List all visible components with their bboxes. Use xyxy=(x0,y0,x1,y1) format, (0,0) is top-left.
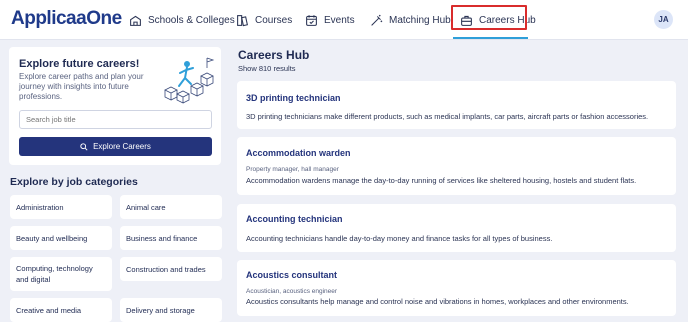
category-beauty-wellbeing[interactable]: Beauty and wellbeing xyxy=(10,226,112,250)
page-title: Careers Hub xyxy=(238,48,310,62)
category-label: Computing, technology and digital xyxy=(16,264,93,284)
category-label: Animal care xyxy=(126,202,166,212)
category-label: Construction and trades xyxy=(126,264,206,274)
nav-schools-colleges[interactable]: Schools & Colleges xyxy=(129,12,235,28)
search-icon xyxy=(80,142,88,151)
category-label: Administration xyxy=(16,202,64,212)
career-description: Acoustics consultants help manage and co… xyxy=(246,297,629,306)
nav-events[interactable]: Events xyxy=(305,12,355,28)
active-nav-highlight xyxy=(451,5,527,30)
career-card[interactable]: Acoustics consultant Acoustician, acoust… xyxy=(237,260,676,316)
nav-courses[interactable]: Courses xyxy=(236,12,292,28)
category-label: Beauty and wellbeing xyxy=(16,233,88,243)
search-job-input[interactable] xyxy=(19,110,212,129)
career-description: 3D printing technicians make different p… xyxy=(246,112,649,121)
nav-label: Matching Hub xyxy=(389,14,451,26)
nav-matching-hub[interactable]: Matching Hub xyxy=(370,12,451,28)
user-avatar[interactable]: JA xyxy=(654,10,673,29)
active-nav-underline xyxy=(453,37,528,39)
career-alternative-titles: Property manager, hall manager xyxy=(246,166,339,173)
category-administration[interactable]: Administration xyxy=(10,195,112,219)
nav-label: Events xyxy=(324,14,355,26)
category-creative-media[interactable]: Creative and media xyxy=(10,298,112,322)
top-navigation: ApplicaaOne Schools & Colleges Courses E… xyxy=(0,0,688,40)
career-title[interactable]: Accommodation warden xyxy=(246,148,351,158)
courses-icon xyxy=(237,14,248,26)
career-title[interactable]: Acoustics consultant xyxy=(246,270,337,280)
career-description: Accounting technicians handle day-to-day… xyxy=(246,234,553,243)
magic-wand-icon xyxy=(371,14,383,26)
category-label: Creative and media xyxy=(16,305,82,315)
nav-label: Courses xyxy=(255,14,293,26)
career-title[interactable]: Accounting technician xyxy=(246,214,343,224)
results-count: Show 810 results xyxy=(238,64,296,73)
school-icon xyxy=(130,15,141,26)
career-title[interactable]: 3D printing technician xyxy=(246,93,341,103)
category-business-finance[interactable]: Business and finance xyxy=(120,226,222,250)
explore-description: Explore career paths and plan your journ… xyxy=(19,72,144,101)
calendar-icon xyxy=(306,14,317,26)
explore-careers-card: Explore future careers! Explore career p… xyxy=(9,47,221,165)
explore-button-label: Explore Careers xyxy=(93,142,151,151)
category-construction-trades[interactable]: Construction and trades xyxy=(120,257,222,281)
category-delivery-storage[interactable]: Delivery and storage xyxy=(120,298,222,322)
category-computing-technology[interactable]: Computing, technology and digital xyxy=(10,257,112,291)
category-label: Delivery and storage xyxy=(126,305,195,315)
explore-title: Explore future careers! xyxy=(19,58,140,70)
career-description: Accommodation wardens manage the day-to-… xyxy=(246,176,637,185)
nav-label: Schools & Colleges xyxy=(148,14,235,26)
categories-heading: Explore by job categories xyxy=(10,176,138,188)
career-card[interactable]: 3D printing technician 3D printing techn… xyxy=(237,81,676,129)
explore-careers-button[interactable]: Explore Careers xyxy=(19,137,212,156)
career-illustration-icon xyxy=(164,57,215,104)
category-label: Business and finance xyxy=(126,233,198,243)
brand-logo[interactable]: ApplicaaOne xyxy=(11,8,122,30)
career-card[interactable]: Accommodation warden Property manager, h… xyxy=(237,137,676,195)
career-card[interactable]: Accounting technician Accounting technic… xyxy=(237,204,676,252)
category-animal-care[interactable]: Animal care xyxy=(120,195,222,219)
career-alternative-titles: Acoustician, acoustics engineer xyxy=(246,288,338,295)
